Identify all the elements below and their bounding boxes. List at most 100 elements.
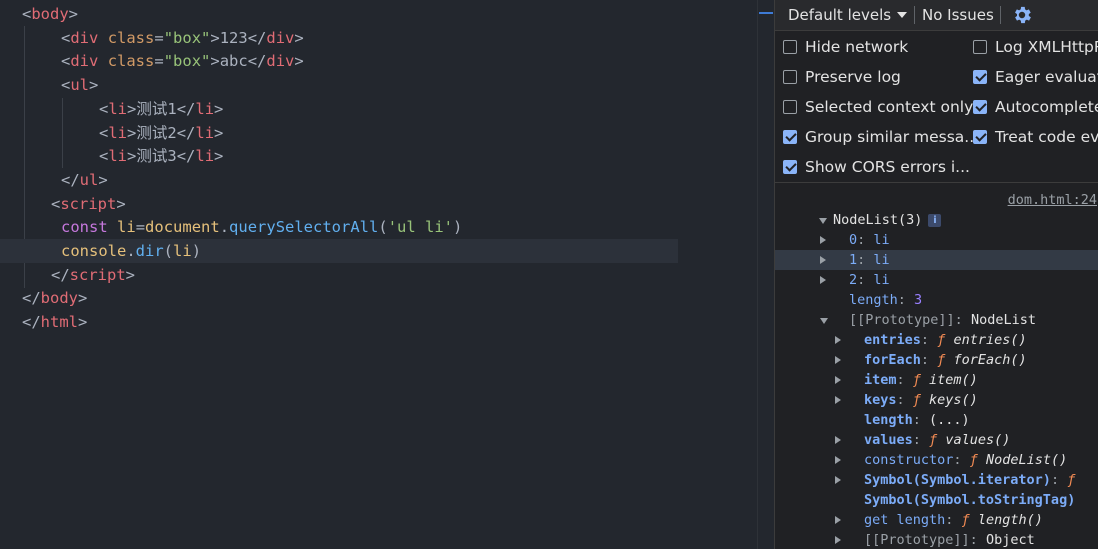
code-line[interactable]: <li>测试1</li> (0, 97, 223, 121)
code-line[interactable]: <div class="box">abc</div> (0, 49, 304, 73)
nodelist-header-row[interactable]: NodeList(3) i (775, 210, 1098, 230)
property-token: : (969, 532, 986, 548)
code-token: 测试2 (136, 123, 177, 142)
expand-triangle-icon[interactable] (835, 476, 841, 484)
code-line[interactable]: <div class="box">123</div> (0, 26, 304, 50)
code-line[interactable]: const li=document.querySelectorAll('ul l… (0, 215, 462, 239)
property-token: : (896, 372, 913, 388)
issues-button[interactable]: No Issues (922, 0, 994, 30)
code-line[interactable]: </body> (0, 286, 87, 310)
object-property-row[interactable]: entries: ƒ entries() (775, 330, 1098, 350)
expand-triangle-icon[interactable] (835, 516, 841, 524)
property-text: length: (...) (864, 410, 970, 430)
property-token: length (864, 412, 913, 428)
code-token: . (126, 242, 136, 260)
property-token: NodeList (970, 312, 1036, 328)
expand-triangle-icon[interactable] (835, 436, 841, 444)
code-token: </ (176, 123, 196, 142)
object-property-row[interactable]: Symbol(Symbol.iterator): ƒ (775, 470, 1098, 490)
code-token: class (107, 28, 155, 47)
collapse-triangle-icon[interactable] (820, 318, 828, 324)
code-line[interactable]: <script> (0, 192, 126, 216)
object-property-row[interactable]: forEach: ƒ forEach() (775, 350, 1098, 370)
code-token: li (108, 123, 128, 142)
code-token: > (294, 52, 304, 71)
expand-triangle-icon[interactable] (835, 336, 841, 344)
code-line[interactable]: <ul> (0, 73, 98, 97)
setting-checkbox[interactable] (783, 40, 797, 54)
object-property-row[interactable]: 2: li (775, 270, 1098, 290)
property-token: (...) (929, 412, 970, 428)
setting-checkbox[interactable] (973, 130, 987, 144)
expand-triangle-icon[interactable] (820, 256, 826, 264)
property-token: item (864, 372, 897, 388)
object-property-row[interactable]: [[Prototype]]: Object (775, 530, 1098, 549)
collapse-triangle-icon[interactable] (819, 218, 827, 224)
code-token: const (61, 218, 108, 237)
object-property-row[interactable]: values: ƒ values() (775, 430, 1098, 450)
code-token: = (135, 218, 146, 237)
property-text: keys: ƒ keys() (864, 390, 978, 410)
code-line[interactable]: </html> (0, 310, 87, 334)
setting-checkbox[interactable] (783, 160, 797, 174)
property-token: ƒ (912, 392, 930, 408)
info-icon[interactable]: i (928, 214, 942, 227)
code-token: 'ul li' (387, 218, 454, 237)
code-token: > (98, 170, 108, 189)
setting-checkbox[interactable] (973, 100, 987, 114)
property-token: length (849, 292, 898, 308)
expand-triangle-icon[interactable] (835, 376, 841, 384)
log-levels-dropdown[interactable]: Default levels (788, 0, 908, 30)
expand-triangle-icon[interactable] (820, 236, 826, 244)
property-token: Object (985, 532, 1035, 548)
property-token: : (912, 432, 930, 448)
code-line[interactable]: <li>测试2</li> (0, 121, 223, 145)
setting-checkbox[interactable] (973, 40, 987, 54)
property-token: length() (977, 512, 1043, 528)
code-line[interactable]: <body> (0, 2, 78, 26)
code-line[interactable]: <li>测试3</li> (0, 144, 223, 168)
code-token: console (61, 242, 127, 260)
setting-checkbox[interactable] (973, 70, 987, 84)
code-token: body (31, 5, 69, 23)
object-property-row[interactable]: keys: ƒ keys() (775, 390, 1098, 410)
object-property-row[interactable]: get length: ƒ length() (775, 510, 1098, 530)
code-token: > (294, 28, 304, 47)
property-token: ƒ (912, 372, 930, 388)
code-token: </ (51, 265, 70, 284)
code-line[interactable]: </script> (0, 263, 135, 287)
object-property-row[interactable]: [[Prototype]]: NodeList (775, 310, 1098, 330)
code-editor[interactable]: <body> <div class="box">123</div> <div cla… (0, 0, 757, 549)
expand-triangle-icon[interactable] (835, 396, 841, 404)
property-token: keys() (929, 392, 978, 408)
expand-triangle-icon[interactable] (835, 456, 841, 464)
property-token: values (864, 432, 913, 448)
object-property-row[interactable]: 1: li (775, 250, 1098, 270)
property-text: 1: li (849, 250, 890, 270)
object-property-row[interactable]: 0: li (775, 230, 1098, 250)
setting-checkbox[interactable] (783, 100, 797, 114)
setting-checkbox[interactable] (783, 130, 797, 144)
code-token: </ (247, 52, 267, 71)
code-token: > (125, 265, 136, 284)
property-token: keys (864, 392, 897, 408)
code-token: ) (453, 218, 463, 237)
expand-triangle-icon[interactable] (835, 356, 841, 364)
property-text: item: ƒ item() (864, 370, 978, 390)
code-line[interactable]: console.dir(li) (0, 239, 678, 263)
gear-icon[interactable] (1011, 4, 1033, 26)
source-link[interactable]: dom.html:24 (1008, 190, 1097, 210)
expand-triangle-icon[interactable] (835, 536, 841, 544)
expand-triangle-icon[interactable] (820, 276, 826, 284)
pane-splitter[interactable] (757, 0, 774, 549)
code-token: ( (378, 218, 388, 237)
code-token: </ (22, 289, 41, 308)
property-token: : (857, 272, 874, 288)
object-property-row[interactable]: constructor: ƒ NodeList() (775, 450, 1098, 470)
code-token: ul (79, 170, 99, 189)
code-token: </ (176, 99, 196, 118)
setting-checkbox[interactable] (783, 70, 797, 84)
object-property-row[interactable]: item: ƒ item() (775, 370, 1098, 390)
property-text: 0: li (849, 230, 890, 250)
code-line[interactable]: </ul> (0, 168, 108, 192)
